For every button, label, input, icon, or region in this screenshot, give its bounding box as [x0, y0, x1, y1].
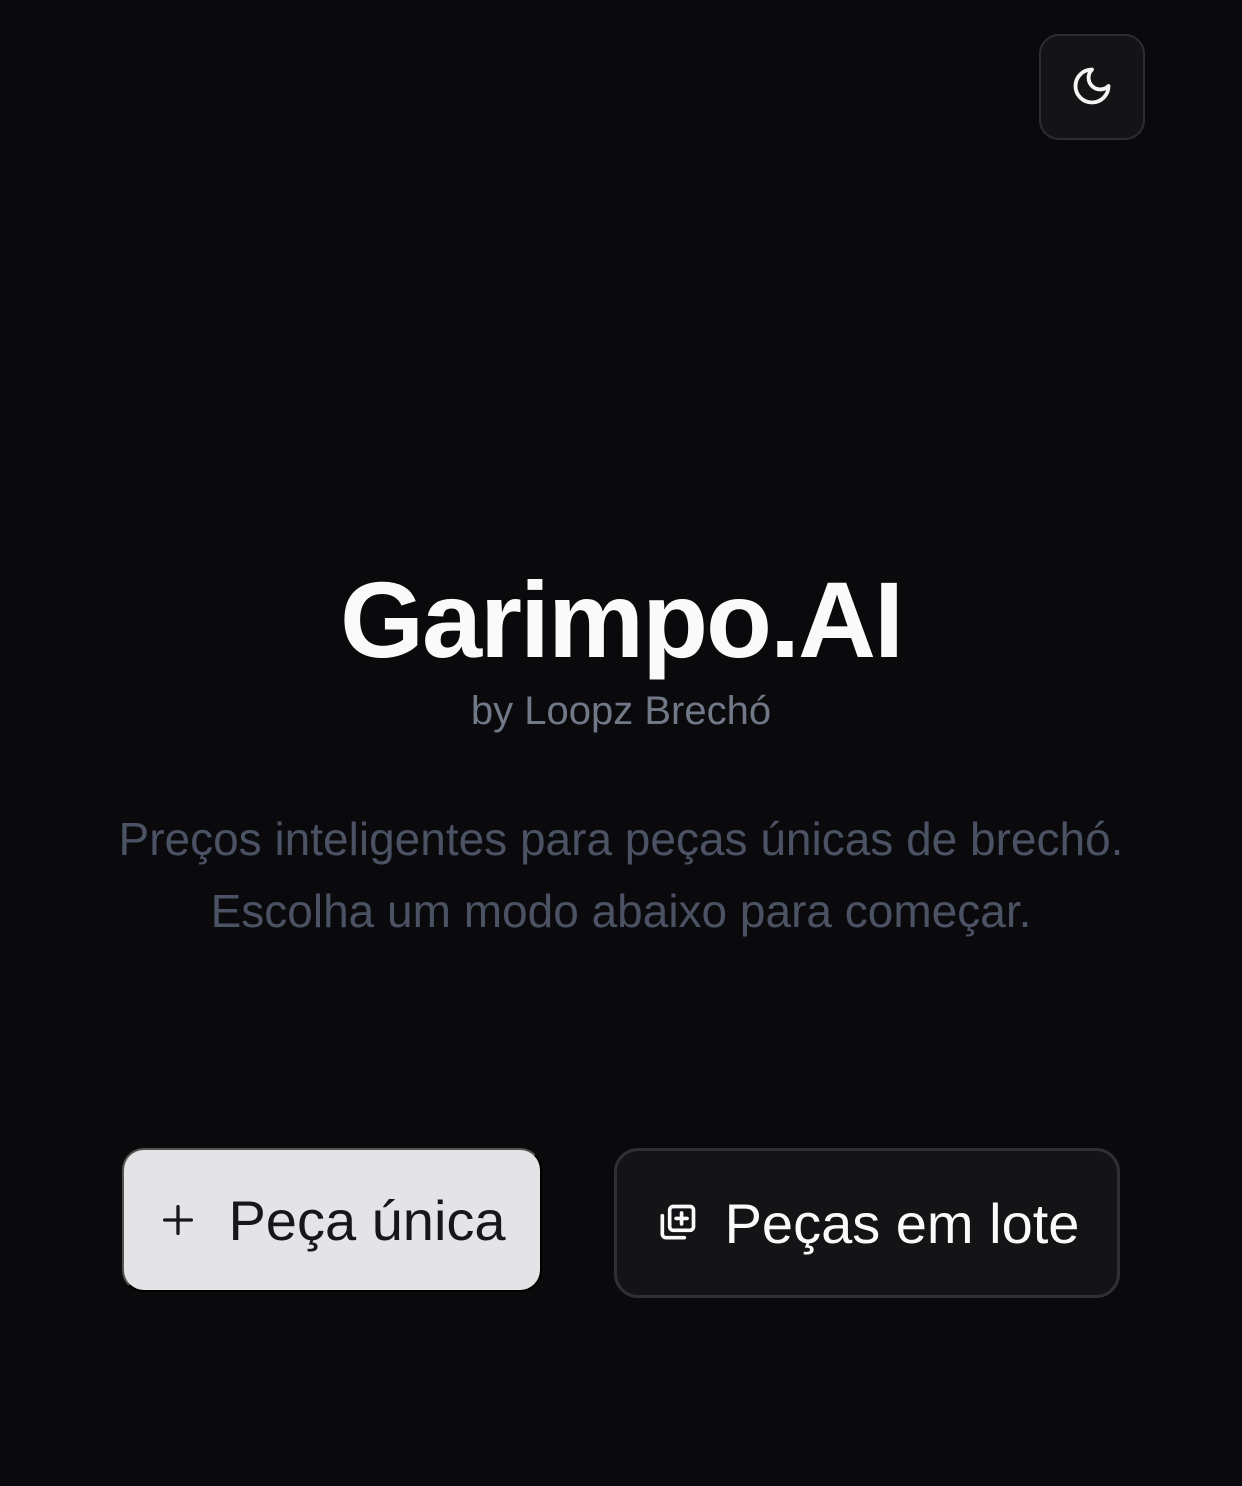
- page: Garimpo.AI by Loopz Brechó Preços inteli…: [0, 0, 1242, 1486]
- single-piece-label: Peça única: [228, 1188, 506, 1252]
- batch-pieces-button[interactable]: Peças em lote: [614, 1148, 1120, 1298]
- app-byline: by Loopz Brechó: [470, 689, 772, 733]
- hero: Garimpo.AI by Loopz Brechó: [0, 560, 1242, 734]
- single-piece-button[interactable]: Peça única: [122, 1148, 542, 1292]
- batch-pieces-label: Peças em lote: [724, 1191, 1080, 1255]
- moon-icon: [1070, 64, 1114, 111]
- app-title: Garimpo.AI: [339, 559, 904, 680]
- plus-icon: [158, 1200, 198, 1240]
- app-tagline: Preços inteligentes para peças únicas de…: [118, 813, 1124, 937]
- theme-toggle-button[interactable]: [1039, 34, 1145, 140]
- copy-plus-icon: [655, 1201, 699, 1245]
